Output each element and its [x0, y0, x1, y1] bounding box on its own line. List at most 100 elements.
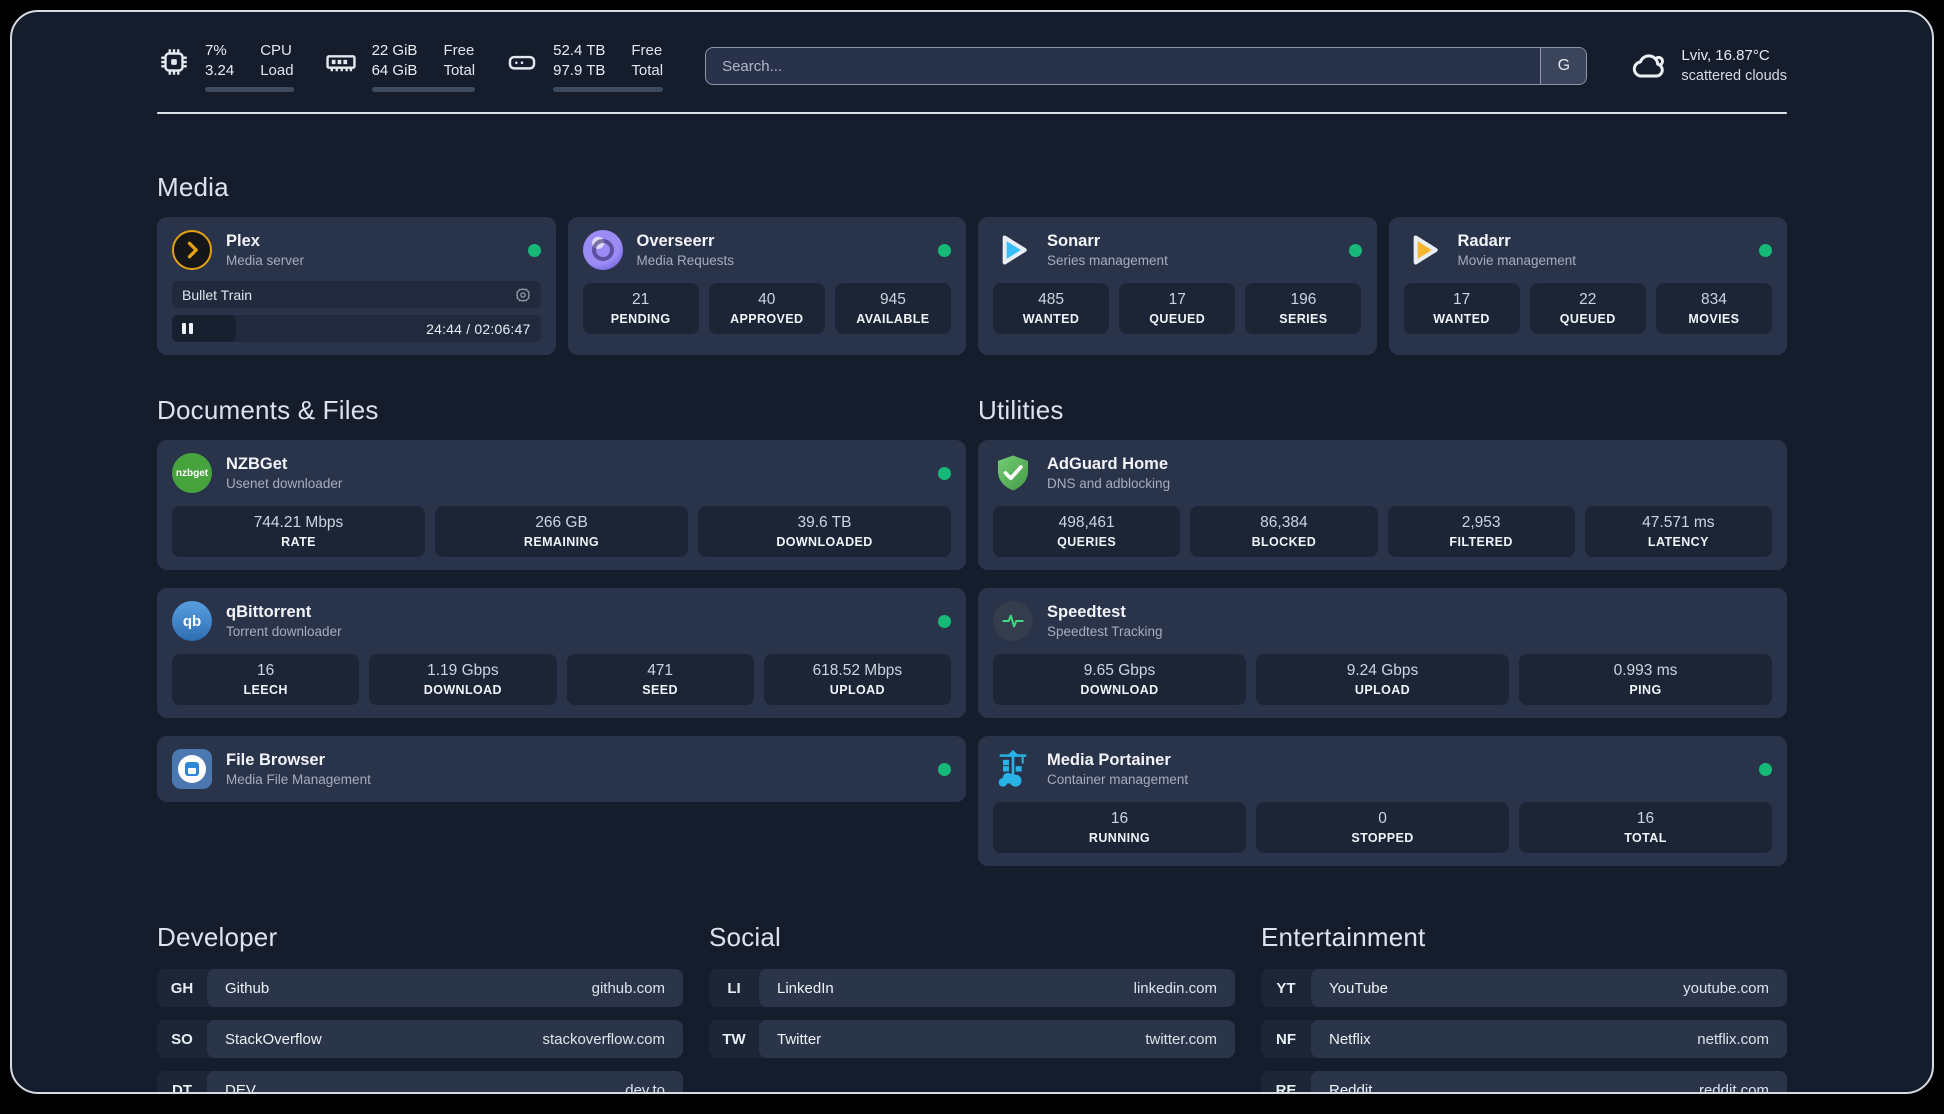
- filebrowser-subtitle: Media File Management: [226, 771, 371, 787]
- radarr-subtitle: Movie management: [1457, 252, 1577, 268]
- weather-widget: Lviv, 16.87°C scattered clouds: [1629, 46, 1787, 86]
- abbr-badge: NF: [1276, 1030, 1296, 1048]
- stat-tile: 21 PENDING: [582, 283, 699, 334]
- top-bar: 7% 3.24 CPU Load 22 GiB 64 GiB Free Tota…: [157, 40, 1787, 92]
- link-name: DEV: [225, 1081, 256, 1094]
- sonarr-icon: [993, 230, 1033, 270]
- section-title-social: Social: [709, 922, 782, 952]
- filebrowser-status-dot: [938, 762, 951, 776]
- entertainment-column: Entertainment YT YouTube youtube.com NF …: [1261, 922, 1787, 1094]
- stat-tile: 485 WANTED: [993, 283, 1110, 334]
- weather-location-temp: Lviv, 16.87°C: [1681, 47, 1770, 64]
- link-row-dev[interactable]: DT DEV dev.to: [157, 1071, 683, 1094]
- social-column: Social LI LinkedIn linkedin.com TW Twitt…: [709, 922, 1235, 1058]
- stat-tile: 2,953 FILTERED: [1387, 506, 1575, 557]
- link-url: linkedin.com: [1133, 979, 1217, 997]
- stat-tile: 744.21 Mbps RATE: [172, 506, 425, 557]
- cpu-load-value: 3.24: [205, 61, 235, 79]
- weather-condition: scattered clouds: [1681, 68, 1787, 84]
- link-row-github[interactable]: GH Github github.com: [157, 969, 683, 1007]
- link-row-twitter[interactable]: TW Twitter twitter.com: [709, 1020, 1235, 1058]
- stat-tile: 9.24 Gbps UPLOAD: [1256, 654, 1509, 705]
- stat-tile: 9.65 Gbps DOWNLOAD: [993, 654, 1246, 705]
- abbr-badge: DT: [172, 1081, 192, 1094]
- cpu-metric: 7% 3.24 CPU Load: [157, 41, 294, 92]
- nzbget-icon: nzbget: [172, 453, 212, 493]
- card-overseerr[interactable]: Overseerr Media Requests 21 PENDING 40 A…: [567, 217, 966, 355]
- link-row-netflix[interactable]: NF Netflix netflix.com: [1261, 1020, 1787, 1058]
- link-url: reddit.com: [1698, 1081, 1769, 1094]
- section-title-media: Media: [157, 172, 229, 202]
- link-url: stackoverflow.com: [542, 1030, 665, 1048]
- portainer-icon: [993, 749, 1033, 789]
- stat-tile: 0.993 ms PING: [1519, 654, 1772, 705]
- link-url: dev.to: [625, 1081, 665, 1094]
- card-qbittorrent[interactable]: qb qBittorrent Torrent downloader 16 LEE…: [157, 588, 966, 718]
- card-adguard[interactable]: AdGuard Home DNS and adblocking 498,461 …: [978, 440, 1787, 570]
- stat-tile: 471 SEED: [566, 654, 754, 705]
- card-portainer[interactable]: Media Portainer Container management 16 …: [978, 736, 1787, 866]
- sonarr-subtitle: Series management: [1047, 252, 1168, 268]
- filebrowser-title: File Browser: [226, 750, 326, 769]
- plex-status-dot: [527, 243, 541, 257]
- link-name: Github: [225, 979, 270, 997]
- card-filebrowser[interactable]: File Browser Media File Management: [157, 736, 966, 802]
- cpu-progress-bar: [205, 86, 294, 92]
- portainer-title: Media Portainer: [1047, 750, 1171, 769]
- plex-icon: [172, 230, 212, 270]
- cpu-load-label: Load: [260, 61, 294, 79]
- link-url: youtube.com: [1683, 979, 1769, 997]
- stat-tile: 86,384 BLOCKED: [1190, 506, 1378, 557]
- section-title-documents: Documents & Files: [157, 395, 379, 425]
- stat-tile: 16 TOTAL: [1519, 802, 1772, 853]
- sonarr-title: Sonarr: [1047, 231, 1101, 250]
- qbittorrent-title: qBittorrent: [226, 602, 312, 621]
- card-plex[interactable]: Plex Media server Bullet Train 24:44 / 0…: [157, 217, 556, 355]
- overseerr-status-dot: [938, 243, 951, 257]
- stat-tile: 17 WANTED: [1403, 283, 1520, 334]
- plex-title: Plex: [226, 231, 260, 250]
- disk-free-label: Free: [631, 41, 663, 59]
- utilities-column: Utilities AdGuard Home DNS and adblockin…: [978, 395, 1787, 866]
- now-playing-row: Bullet Train: [172, 281, 541, 308]
- card-radarr[interactable]: Radarr Movie management 17 WANTED 22 QUE…: [1388, 217, 1787, 355]
- stat-tile: 39.6 TB DOWNLOADED: [698, 506, 951, 557]
- stat-tile: 1.19 Gbps DOWNLOAD: [369, 654, 557, 705]
- stat-tile: 22 QUEUED: [1529, 283, 1646, 334]
- ram-metric: 22 GiB 64 GiB Free Total: [324, 41, 476, 92]
- link-row-youtube[interactable]: YT YouTube youtube.com: [1261, 969, 1787, 1007]
- search-engine-button[interactable]: G: [1540, 48, 1587, 84]
- qbittorrent-subtitle: Torrent downloader: [226, 623, 342, 639]
- link-row-reddit[interactable]: RE Reddit reddit.com: [1261, 1071, 1787, 1094]
- dashboard-frame: 7% 3.24 CPU Load 22 GiB 64 GiB Free Tota…: [10, 10, 1934, 1094]
- link-row-stackoverflow[interactable]: SO StackOverflow stackoverflow.com: [157, 1020, 683, 1058]
- developer-column: Developer GH Github github.com SO StackO…: [157, 922, 683, 1094]
- header-divider: [157, 112, 1787, 114]
- player-progress[interactable]: 24:44 / 02:06:47: [172, 315, 541, 342]
- disk-icon: [505, 45, 539, 79]
- link-name: LinkedIn: [777, 979, 834, 997]
- card-nzbget[interactable]: nzbget NZBGet Usenet downloader 744.21 M…: [157, 440, 966, 570]
- link-url: github.com: [591, 979, 665, 997]
- nzbget-title: NZBGet: [226, 454, 288, 473]
- link-url: twitter.com: [1145, 1030, 1217, 1048]
- settings-icon[interactable]: [515, 287, 531, 303]
- nzbget-subtitle: Usenet downloader: [226, 475, 343, 491]
- middle-columns: Documents & Files nzbget NZBGet Usenet d…: [157, 395, 1787, 866]
- abbr-badge: RE: [1275, 1081, 1297, 1094]
- abbr-badge: GH: [170, 979, 194, 997]
- ram-progress-bar: [371, 86, 476, 92]
- stat-tile: 945 AVAILABLE: [834, 283, 951, 334]
- search-input[interactable]: [706, 48, 1541, 84]
- radarr-status-dot: [1759, 243, 1772, 257]
- pause-icon[interactable]: [172, 315, 236, 342]
- card-sonarr[interactable]: Sonarr Series management 485 WANTED 17 Q…: [978, 217, 1377, 355]
- media-cards-row: Plex Media server Bullet Train 24:44 / 0…: [157, 217, 1787, 355]
- stat-tile: 498,461 QUERIES: [993, 506, 1181, 557]
- adguard-subtitle: DNS and adblocking: [1047, 475, 1171, 491]
- section-title-developer: Developer: [157, 922, 278, 952]
- link-url: netflix.com: [1697, 1030, 1769, 1048]
- ram-free-label: Free: [443, 41, 475, 59]
- card-speedtest[interactable]: Speedtest Speedtest Tracking 9.65 Gbps D…: [978, 588, 1787, 718]
- link-row-linkedin[interactable]: LI LinkedIn linkedin.com: [709, 969, 1235, 1007]
